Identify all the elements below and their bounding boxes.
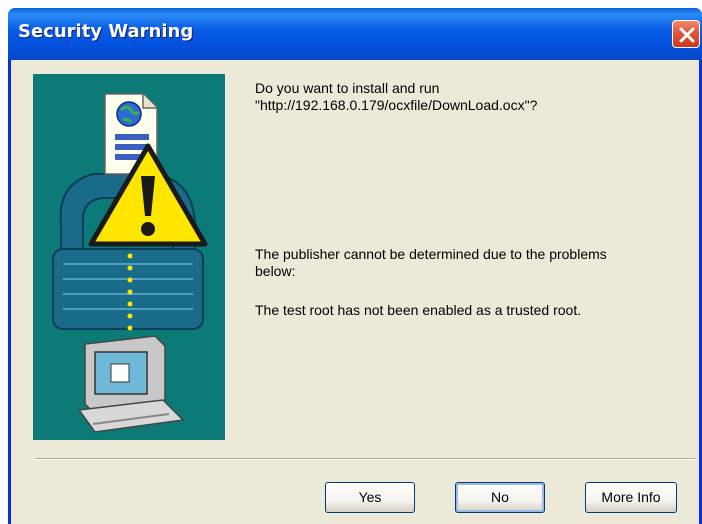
security-illustration-art — [52, 93, 208, 433]
title-bar[interactable]: Security Warning — [8, 8, 702, 60]
dialog-body: Do you want to install and run "http://1… — [11, 60, 699, 524]
computer-icon — [77, 335, 185, 433]
install-question-url: "http://192.168.0.179/ocxfile/DownLoad.o… — [255, 97, 538, 113]
security-illustration — [33, 74, 225, 440]
security-warning-dialog: Security Warning Do you want to install … — [8, 8, 702, 524]
trust-reason: The test root has not been enabled as a … — [255, 302, 582, 318]
no-button[interactable]: No — [455, 482, 545, 513]
window-title: Security Warning — [18, 21, 194, 42]
install-question: Do you want to install and run "http://1… — [255, 80, 537, 114]
install-question-line1: Do you want to install and run — [255, 80, 440, 96]
separator — [35, 458, 695, 460]
publisher-warning-line2: below: — [255, 263, 296, 279]
close-button[interactable] — [672, 20, 700, 48]
yes-button[interactable]: Yes — [325, 482, 415, 513]
more-info-button[interactable]: More Info — [585, 482, 677, 513]
close-icon — [679, 27, 695, 43]
publisher-warning: The publisher cannot be determined due t… — [255, 246, 607, 280]
publisher-warning-line1: The publisher cannot be determined due t… — [255, 246, 607, 262]
